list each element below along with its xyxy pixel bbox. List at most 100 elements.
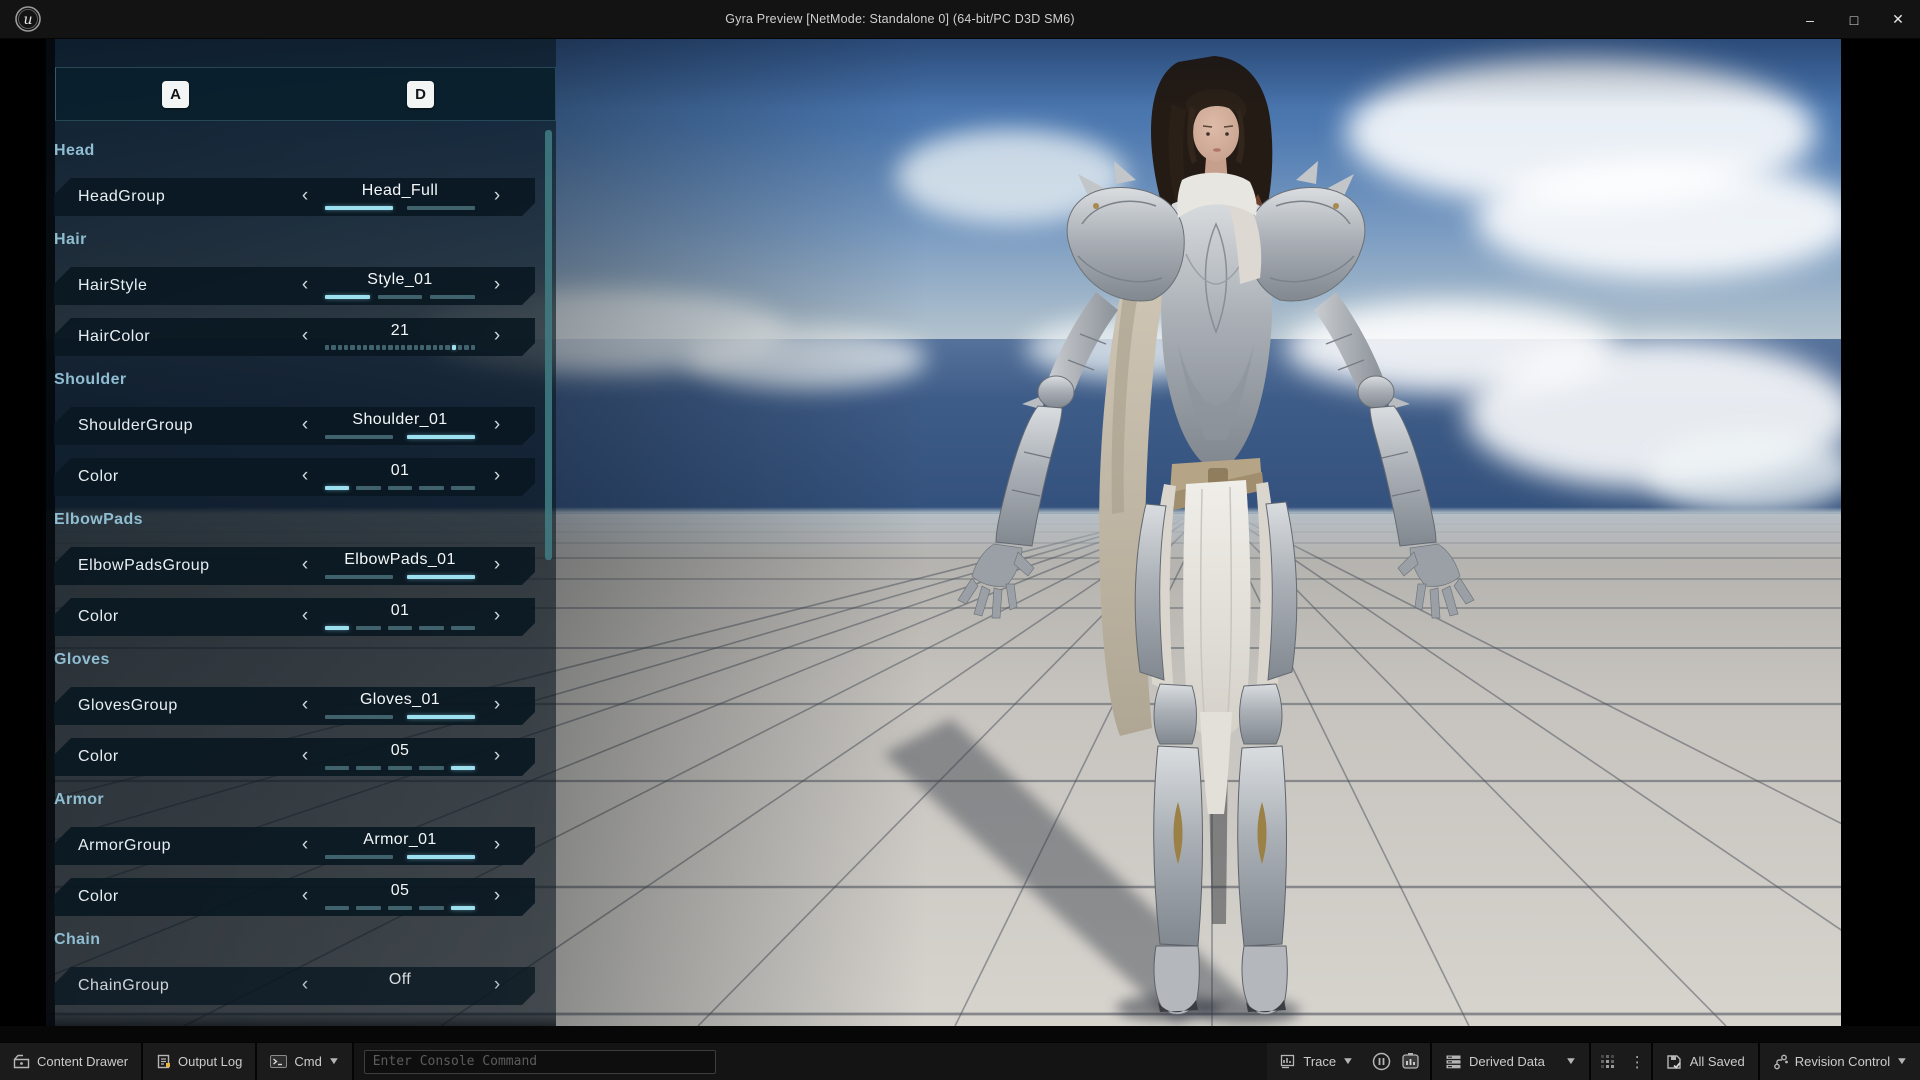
next-option-arrow[interactable]: › [489, 458, 505, 496]
option-row-hairstyle[interactable]: HairStyle‹Style_01› [54, 267, 535, 305]
section-label: ElbowPads [54, 509, 535, 531]
chart-box-icon [1401, 1052, 1420, 1071]
next-option-arrow[interactable]: › [489, 267, 505, 305]
minimize-button[interactable]: – [1788, 0, 1832, 39]
prev-option-arrow[interactable]: ‹ [297, 878, 313, 916]
option-name: GlovesGroup [78, 687, 178, 725]
prev-option-arrow[interactable]: ‹ [297, 178, 313, 216]
section-label: Hair [54, 229, 535, 251]
option-name: Color [78, 598, 119, 636]
option-row-color[interactable]: Color‹01› [54, 598, 535, 636]
section-armor: ArmorArmorGroup‹Armor_01›Color‹05› [54, 789, 535, 916]
key-hint-d[interactable]: D [407, 81, 434, 108]
terminal-icon [270, 1054, 287, 1069]
all-saved-button[interactable]: All Saved [1653, 1043, 1758, 1080]
next-option-arrow[interactable]: › [489, 738, 505, 776]
character-model [920, 44, 1520, 1026]
option-indicator [315, 855, 485, 859]
option-row-armorgroup[interactable]: ArmorGroup ‹Armor_01› [54, 827, 535, 865]
prev-option-arrow[interactable]: ‹ [297, 967, 313, 1005]
prev-option-arrow[interactable]: ‹ [297, 598, 313, 636]
prev-option-arrow[interactable]: ‹ [297, 738, 313, 776]
option-value: Shoulder_01 [315, 411, 485, 429]
option-row-chaingroup[interactable]: ChainGroup‹Off› [54, 967, 535, 1005]
cmd-label: Cmd [294, 1054, 321, 1069]
prev-option-arrow[interactable]: ‹ [297, 267, 313, 305]
next-option-arrow[interactable]: › [489, 687, 505, 725]
option-indicator [315, 486, 485, 490]
prev-option-arrow[interactable]: ‹ [297, 687, 313, 725]
window-title: Gyra Preview [NetMode: Standalone 0] (64… [0, 0, 1800, 39]
option-indicator [315, 295, 485, 299]
trace-icon [1280, 1054, 1296, 1069]
cloud [1646, 431, 1841, 513]
next-option-arrow[interactable]: › [489, 827, 505, 865]
next-option-arrow[interactable]: › [489, 407, 505, 445]
server-stack-icon [1445, 1054, 1462, 1070]
option-value: Head_Full [315, 182, 485, 200]
key-hint-a[interactable]: A [162, 81, 189, 108]
branch-icon [1773, 1054, 1788, 1070]
option-indicator [315, 766, 485, 770]
cloud [1476, 159, 1841, 279]
option-name: ShoulderGroup [78, 407, 193, 445]
derived-data-dropdown-button[interactable]: Derived Data ▼ [1432, 1043, 1589, 1080]
chevron-down-icon: ▼ [1342, 1056, 1355, 1067]
prev-option-arrow[interactable]: ‹ [297, 458, 313, 496]
option-name: ElbowPadsGroup [78, 547, 210, 585]
panel-scrollbar-thumb[interactable] [545, 130, 552, 560]
maximize-button[interactable]: □ [1832, 0, 1876, 39]
option-row-elbowpadsgroup[interactable]: ElbowPadsGroup ‹ElbowPads_01› [54, 547, 535, 585]
section-label: Armor [54, 789, 535, 811]
derived-data-label: Derived Data [1469, 1054, 1545, 1069]
next-option-arrow[interactable]: › [489, 547, 505, 585]
section-hair: Hair HairStyle‹Style_01› HairColor ‹21› [54, 229, 535, 356]
insights-ring-button[interactable] [1366, 1043, 1397, 1080]
console-command-input[interactable] [364, 1050, 716, 1074]
option-value: Off [315, 971, 485, 989]
trace-dropdown-button[interactable]: Trace ▼ [1267, 1043, 1366, 1080]
option-row-color[interactable]: Color‹01› [54, 458, 535, 496]
dots-grid-icon [1599, 1053, 1616, 1070]
option-row-haircolor[interactable]: HairColor ‹21› [54, 318, 535, 356]
output-log-button[interactable]: Output Log [143, 1043, 255, 1080]
next-option-arrow[interactable]: › [489, 178, 505, 216]
option-row-glovesgroup[interactable]: GlovesGroup‹Gloves_01› [54, 687, 535, 725]
cmd-dropdown-button[interactable]: Cmd ▼ [257, 1043, 351, 1080]
next-option-arrow[interactable]: › [489, 318, 505, 356]
save-check-icon [1666, 1054, 1683, 1070]
chevron-down-icon: ▼ [1896, 1056, 1909, 1067]
screenshot-chart-button[interactable] [1397, 1043, 1430, 1080]
option-name: ArmorGroup [78, 827, 171, 865]
prev-option-arrow[interactable]: ‹ [297, 547, 313, 585]
content-drawer-button[interactable]: Content Drawer [0, 1043, 141, 1080]
option-value: Armor_01 [315, 831, 485, 849]
next-option-arrow[interactable]: › [489, 878, 505, 916]
option-row-shouldergroup[interactable]: ShoulderGroup ‹Shoulder_01› [54, 407, 535, 445]
option-indicator [315, 206, 485, 210]
content-drawer-icon [13, 1054, 30, 1069]
next-option-arrow[interactable]: › [489, 598, 505, 636]
chevron-down-icon: ▼ [327, 1056, 340, 1067]
option-indicator [315, 906, 485, 910]
option-row-headgroup[interactable]: HeadGroup‹Head_Full› [54, 178, 535, 216]
option-indicator [315, 575, 485, 579]
option-value: 21 [315, 322, 485, 340]
close-button[interactable]: ✕ [1876, 0, 1920, 39]
messages-grid-button[interactable] [1591, 1043, 1624, 1080]
option-row-color[interactable]: Color‹05› [54, 878, 535, 916]
option-value: 05 [315, 882, 485, 900]
option-row-color[interactable]: Color‹05› [54, 738, 535, 776]
option-value: 01 [315, 462, 485, 480]
option-indicator [315, 345, 485, 350]
prev-option-arrow[interactable]: ‹ [297, 827, 313, 865]
prev-option-arrow[interactable]: ‹ [297, 407, 313, 445]
option-name: HairColor [78, 318, 150, 356]
more-options-kebab-button[interactable]: ⋮ [1624, 1053, 1651, 1071]
next-option-arrow[interactable]: › [489, 967, 505, 1005]
editor-status-bar: Content Drawer Output Log Cmd ▼ [0, 1042, 1920, 1080]
prev-option-arrow[interactable]: ‹ [297, 318, 313, 356]
option-value: Style_01 [315, 271, 485, 289]
revision-control-dropdown-button[interactable]: Revision Control ▼ [1760, 1043, 1920, 1080]
option-value: ElbowPads_01 [315, 551, 485, 569]
